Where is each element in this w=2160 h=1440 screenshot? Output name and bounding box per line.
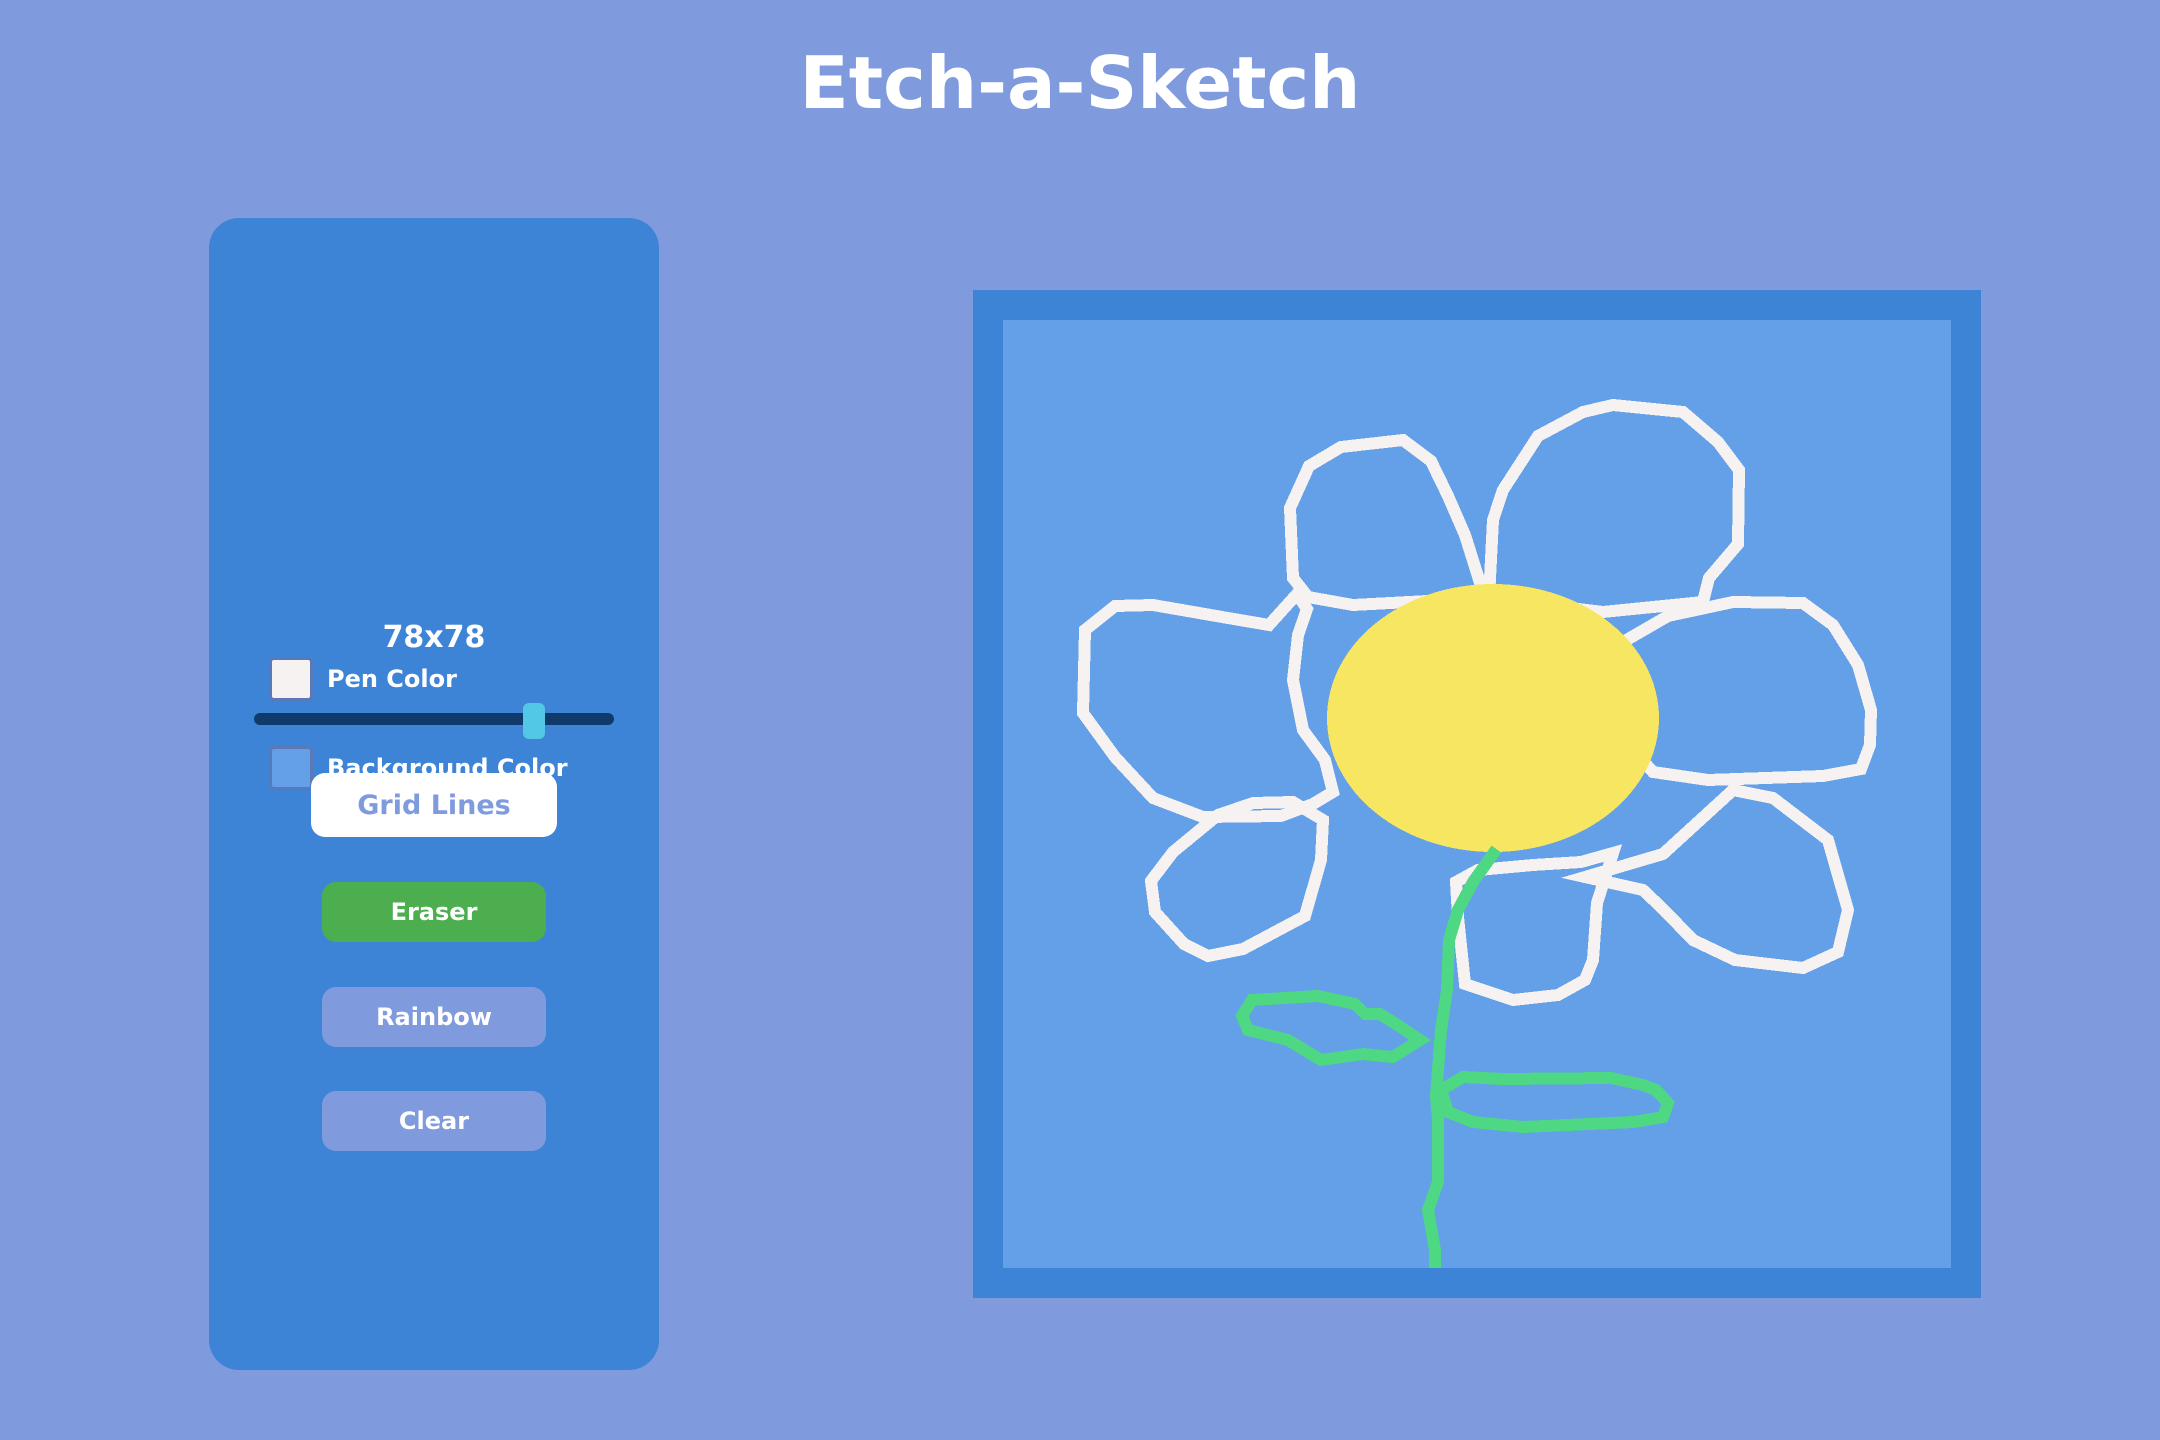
flower-center xyxy=(1327,584,1659,852)
leaf-left xyxy=(1235,989,1432,1067)
sketch-canvas[interactable] xyxy=(1003,320,1951,1268)
background-color-swatch[interactable] xyxy=(269,746,313,790)
eraser-button[interactable]: Eraser xyxy=(322,882,546,942)
rainbow-button[interactable]: Rainbow xyxy=(322,987,546,1047)
grid-lines-button[interactable]: Grid Lines xyxy=(311,773,557,837)
pen-color-control: Pen Color xyxy=(269,657,457,701)
grid-size-label: 78x78 xyxy=(382,620,486,655)
pen-color-swatch[interactable] xyxy=(269,657,313,701)
petal-lower-right xyxy=(1561,783,1855,975)
grid-size-slider-thumb[interactable] xyxy=(523,703,545,739)
grid-size-slider[interactable] xyxy=(254,703,614,739)
sketch-board-frame xyxy=(973,290,1981,1298)
leaf-right xyxy=(1433,1070,1675,1134)
page-title: Etch-a-Sketch xyxy=(799,41,1361,125)
petal-top-left xyxy=(1283,433,1491,612)
stem-main xyxy=(1421,845,1502,1268)
flower-drawing xyxy=(1076,398,1878,1268)
controls-panel: Pen Color Background Color 78x78 Grid Li… xyxy=(209,218,659,1370)
petal-top-right xyxy=(1482,398,1746,619)
pen-color-label: Pen Color xyxy=(327,665,457,693)
petal-left xyxy=(1076,584,1340,824)
clear-button[interactable]: Clear xyxy=(322,1091,546,1151)
petal-lower-left xyxy=(1144,795,1330,963)
